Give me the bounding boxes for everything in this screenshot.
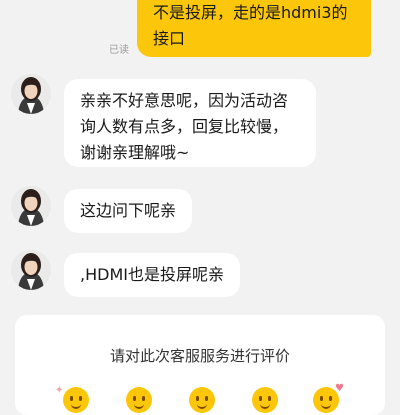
agent-message-bubble[interactable]: ,HDMI也是投屏呢亲	[64, 253, 240, 297]
agent-avatar[interactable]	[11, 250, 51, 290]
agent-message-text: 亲亲不好意思呢，因为活动咨询人数有点多，回复比较慢，谢谢亲理解哦~	[80, 91, 289, 162]
agent-message-text: ,HDMI也是投屏呢亲	[80, 265, 224, 284]
agent-avatar-icon	[11, 250, 51, 290]
my-message-bubble[interactable]: 不是投屏，走的是hdmi3的接口	[137, 0, 371, 57]
my-message-text: 不是投屏，走的是hdmi3的接口	[153, 3, 348, 48]
heart-icon: ♥	[335, 383, 344, 394]
rating-4-icon[interactable]	[252, 387, 278, 413]
agent-message-bubble[interactable]: 亲亲不好意思呢，因为活动咨询人数有点多，回复比较慢，谢谢亲理解哦~	[64, 79, 316, 167]
read-status: 已读	[109, 45, 129, 56]
rating-1-icon[interactable]	[63, 387, 89, 413]
agent-message-bubble[interactable]: 这边问下呢亲	[64, 189, 193, 233]
review-title: 请对此次客服服务进行评价	[109, 347, 290, 365]
agent-avatar[interactable]	[11, 186, 51, 226]
rating-2-icon[interactable]	[126, 387, 152, 413]
agent-message-text: 这边问下呢亲	[80, 201, 177, 220]
agent-avatar[interactable]	[11, 74, 51, 114]
rating-3-icon[interactable]	[189, 387, 215, 413]
agent-avatar-icon	[11, 186, 51, 226]
sparkle-icon: ✦	[55, 385, 64, 396]
service-review-card: 请对此次客服服务进行评价 ✦ ♥	[15, 315, 385, 415]
agent-avatar-icon	[11, 74, 51, 114]
